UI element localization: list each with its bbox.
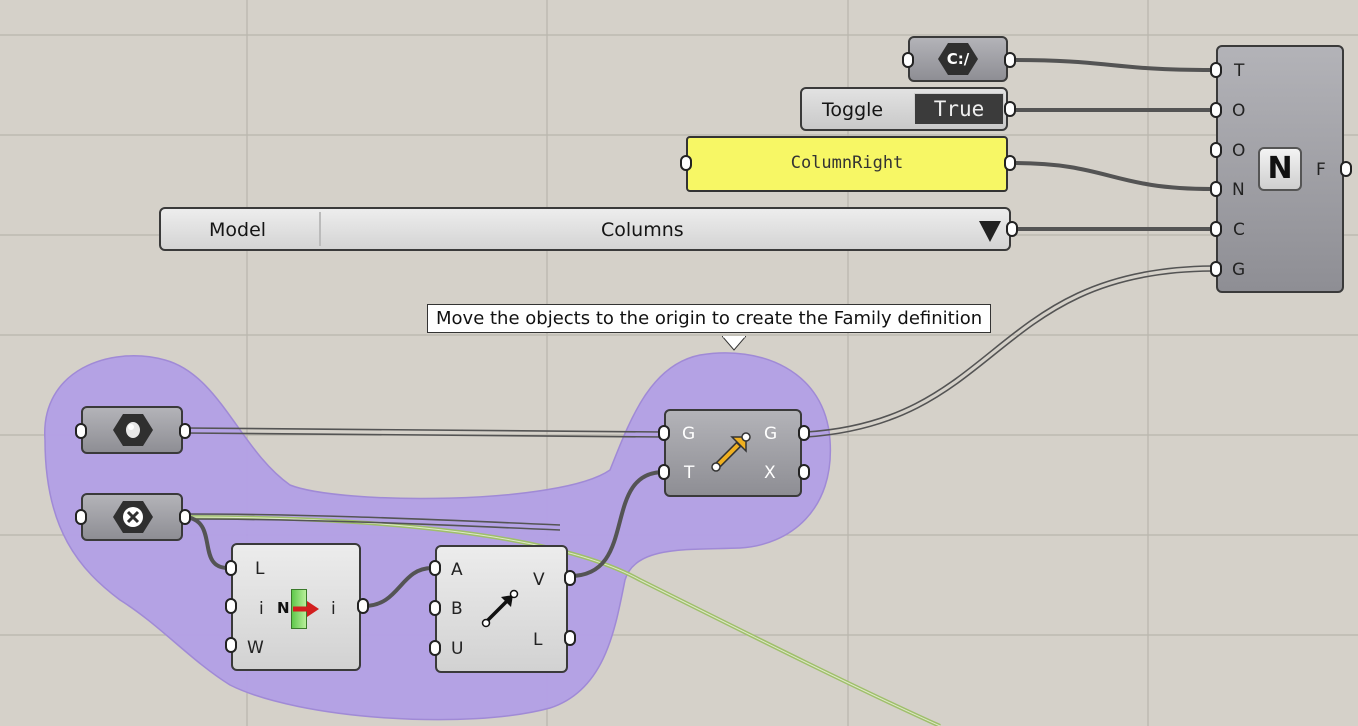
input-label-g: G — [1232, 260, 1246, 280]
file-path-component[interactable]: C:/ — [908, 36, 1008, 82]
value-list-selected[interactable]: Columns — [601, 219, 684, 241]
input-label-o1: O — [1232, 101, 1246, 121]
value-list-label: Model — [209, 219, 267, 241]
list-item-output-port-i[interactable] — [357, 598, 369, 614]
vector-2pt-icon — [481, 589, 519, 628]
family-input-port-o2[interactable] — [1210, 142, 1222, 158]
vector-input-label-u: U — [451, 639, 464, 659]
geometry-output-port[interactable] — [179, 423, 191, 439]
family-input-port-n[interactable] — [1210, 181, 1222, 197]
toggle-value[interactable]: True — [914, 93, 1004, 125]
list-item-input-port-i[interactable] — [225, 598, 237, 614]
delete-x-icon — [113, 501, 153, 533]
panel-output-port[interactable] — [1004, 155, 1016, 171]
move-output-label-g: G — [764, 424, 778, 444]
delete-param[interactable] — [81, 493, 183, 541]
geometry-input-port[interactable] — [75, 423, 87, 439]
list-item-input-port-l[interactable] — [225, 560, 237, 576]
move-input-port-t[interactable] — [658, 464, 670, 480]
file-path-input-port[interactable] — [902, 52, 914, 68]
input-label-t: T — [1234, 61, 1245, 81]
move-output-port-x[interactable] — [798, 464, 810, 480]
list-item-output-label-i: i — [331, 599, 336, 619]
boolean-toggle[interactable]: Toggle True — [800, 87, 1008, 131]
vector-input-port-a[interactable] — [429, 560, 441, 576]
value-list-output-port[interactable] — [1006, 221, 1018, 237]
delete-output-port[interactable] — [179, 509, 191, 525]
vector-input-label-a: A — [451, 560, 463, 580]
family-input-port-g[interactable] — [1210, 261, 1222, 277]
file-path-output-port[interactable] — [1004, 52, 1016, 68]
list-item-input-label-w: W — [247, 638, 264, 658]
create-family-component[interactable]: T O O N C G N F — [1216, 45, 1344, 293]
vector-2pt-component[interactable]: A B U V L — [435, 545, 568, 673]
move-input-port-g[interactable] — [658, 425, 670, 441]
input-label-c: C — [1233, 220, 1245, 240]
dropdown-arrow-icon[interactable] — [977, 218, 1003, 244]
panel-component[interactable]: ColumnRight — [686, 136, 1008, 192]
list-item-input-label-l: L — [255, 559, 265, 579]
output-label-f: F — [1316, 160, 1326, 180]
vector-output-label-v: V — [533, 570, 545, 590]
move-arrow-icon — [711, 432, 751, 472]
move-component[interactable]: G T G X — [664, 409, 802, 497]
toggle-label: Toggle — [822, 99, 884, 121]
geometry-param[interactable] — [81, 406, 183, 454]
vector-input-port-b[interactable] — [429, 600, 441, 616]
list-item-icon: N — [277, 589, 321, 629]
move-output-label-x: X — [764, 463, 776, 483]
vector-input-port-u[interactable] — [429, 640, 441, 656]
value-list-divider — [319, 212, 321, 246]
vector-input-label-b: B — [451, 599, 463, 619]
move-input-label-t: T — [684, 463, 695, 483]
geometry-icon — [113, 414, 153, 446]
toggle-output-port[interactable] — [1004, 101, 1016, 117]
family-input-port-t[interactable] — [1210, 62, 1222, 78]
panel-text: ColumnRight — [790, 153, 904, 173]
family-input-port-o1[interactable] — [1210, 102, 1222, 118]
panel-input-port[interactable] — [680, 155, 692, 171]
tooltip-pointer — [722, 336, 746, 351]
vector-output-port-v[interactable] — [564, 570, 576, 586]
list-item-input-label-i: i — [259, 599, 264, 619]
value-list-component[interactable]: Model Columns — [159, 207, 1011, 251]
group-tooltip: Move the objects to the origin to create… — [427, 304, 992, 333]
input-label-n: N — [1232, 180, 1245, 200]
delete-input-port[interactable] — [75, 509, 87, 525]
list-item-component[interactable]: L i W i N — [231, 543, 361, 671]
file-path-icon: C:/ — [938, 43, 978, 75]
move-output-port-g[interactable] — [798, 425, 810, 441]
vector-output-port-l[interactable] — [564, 630, 576, 646]
family-output-port-f[interactable] — [1340, 161, 1352, 177]
input-label-o2: O — [1232, 141, 1246, 161]
list-item-input-port-w[interactable] — [225, 637, 237, 653]
family-input-port-c[interactable] — [1210, 221, 1222, 237]
move-input-label-g: G — [682, 424, 696, 444]
family-n-icon: N — [1258, 147, 1302, 191]
vector-output-label-l: L — [533, 630, 543, 650]
